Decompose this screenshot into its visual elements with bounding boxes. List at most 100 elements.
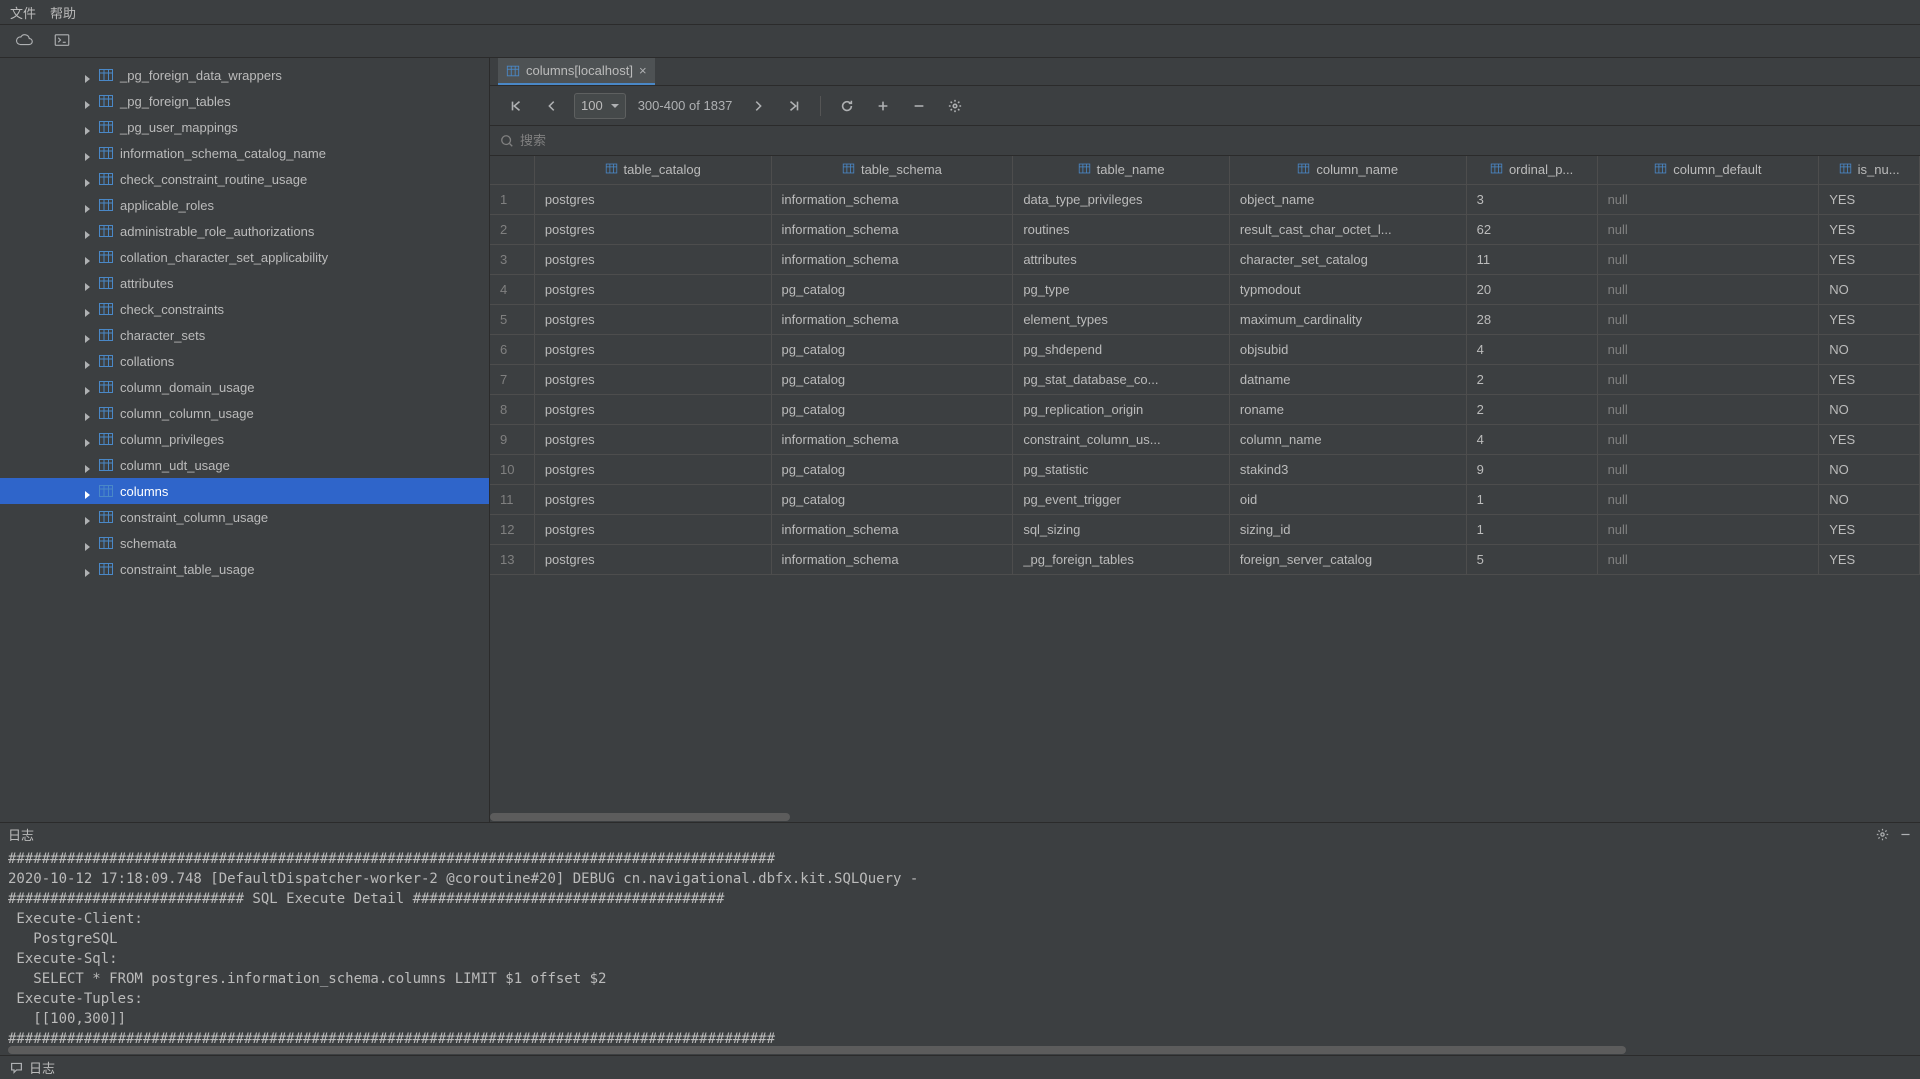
expand-arrow-icon[interactable]	[84, 71, 92, 79]
cell[interactable]: 5	[1466, 544, 1597, 574]
cell[interactable]: information_schema	[771, 544, 1013, 574]
column-header-table_schema[interactable]: table_schema	[771, 156, 1013, 184]
cell[interactable]: sizing_id	[1229, 514, 1466, 544]
cell[interactable]: 20	[1466, 274, 1597, 304]
table-row[interactable]: 6postgrespg_catalogpg_shdependobjsubid4n…	[490, 334, 1920, 364]
cell[interactable]: object_name	[1229, 184, 1466, 214]
cell[interactable]: 3	[1466, 184, 1597, 214]
cell[interactable]: null	[1597, 184, 1819, 214]
cell[interactable]: null	[1597, 274, 1819, 304]
cell[interactable]: information_schema	[771, 244, 1013, 274]
cell[interactable]: datname	[1229, 364, 1466, 394]
tree-item-column_column_usage[interactable]: column_column_usage	[0, 400, 489, 426]
tree-item-column_udt_usage[interactable]: column_udt_usage	[0, 452, 489, 478]
next-page-button[interactable]	[744, 92, 772, 120]
cell[interactable]: column_name	[1229, 424, 1466, 454]
tree-item-constraint_column_usage[interactable]: constraint_column_usage	[0, 504, 489, 530]
expand-arrow-icon[interactable]	[84, 357, 92, 365]
cell[interactable]: YES	[1819, 304, 1920, 334]
cell[interactable]: typmodout	[1229, 274, 1466, 304]
log-horizontal-scrollbar[interactable]	[8, 1045, 1912, 1055]
tree-item-schemata[interactable]: schemata	[0, 530, 489, 556]
tree-item-attributes[interactable]: attributes	[0, 270, 489, 296]
cell[interactable]: information_schema	[771, 304, 1013, 334]
table-row[interactable]: 1postgresinformation_schemadata_type_pri…	[490, 184, 1920, 214]
menu-file[interactable]: 文件	[10, 3, 36, 22]
tree-item-_pg_foreign_tables[interactable]: _pg_foreign_tables	[0, 88, 489, 114]
tree-item-collations[interactable]: collations	[0, 348, 489, 374]
table-row[interactable]: 12postgresinformation_schemasql_sizingsi…	[490, 514, 1920, 544]
column-header-table_catalog[interactable]: table_catalog	[534, 156, 771, 184]
table-row[interactable]: 3postgresinformation_schemaattributescha…	[490, 244, 1920, 274]
cell[interactable]: YES	[1819, 364, 1920, 394]
cell[interactable]: postgres	[534, 484, 771, 514]
expand-arrow-icon[interactable]	[84, 331, 92, 339]
tree-item-constraint_table_usage[interactable]: constraint_table_usage	[0, 556, 489, 582]
table-row[interactable]: 8postgrespg_catalogpg_replication_origin…	[490, 394, 1920, 424]
terminal-icon[interactable]	[53, 31, 71, 52]
expand-arrow-icon[interactable]	[84, 565, 92, 573]
table-row[interactable]: 9postgresinformation_schemaconstraint_co…	[490, 424, 1920, 454]
table-row[interactable]: 13postgresinformation_schema_pg_foreign_…	[490, 544, 1920, 574]
cell[interactable]: postgres	[534, 544, 771, 574]
table-row[interactable]: 5postgresinformation_schemaelement_types…	[490, 304, 1920, 334]
cell[interactable]: roname	[1229, 394, 1466, 424]
cell[interactable]: pg_catalog	[771, 364, 1013, 394]
cell[interactable]: postgres	[534, 304, 771, 334]
tree-item-collation_character_set_applicability[interactable]: collation_character_set_applicability	[0, 244, 489, 270]
cell[interactable]: NO	[1819, 454, 1920, 484]
cell[interactable]: information_schema	[771, 514, 1013, 544]
cell[interactable]: postgres	[534, 274, 771, 304]
expand-arrow-icon[interactable]	[84, 513, 92, 521]
table-row[interactable]: 2postgresinformation_schemaroutinesresul…	[490, 214, 1920, 244]
search-input[interactable]	[520, 133, 1910, 148]
cell[interactable]: null	[1597, 544, 1819, 574]
minimize-icon[interactable]	[1899, 828, 1912, 841]
cell[interactable]: information_schema	[771, 184, 1013, 214]
cell[interactable]: 9	[1466, 454, 1597, 484]
tab-columns[interactable]: columns[localhost] ×	[498, 58, 655, 85]
cell[interactable]: pg_catalog	[771, 484, 1013, 514]
cell[interactable]: YES	[1819, 244, 1920, 274]
cell[interactable]: 11	[1466, 244, 1597, 274]
cell[interactable]: null	[1597, 244, 1819, 274]
cell[interactable]: YES	[1819, 544, 1920, 574]
cell[interactable]: postgres	[534, 244, 771, 274]
cell[interactable]: postgres	[534, 334, 771, 364]
page-size-select[interactable]: 100	[574, 93, 626, 119]
expand-arrow-icon[interactable]	[84, 253, 92, 261]
column-header-ordinal_p[interactable]: ordinal_p...	[1466, 156, 1597, 184]
cell[interactable]: information_schema	[771, 424, 1013, 454]
cell[interactable]: YES	[1819, 184, 1920, 214]
cell[interactable]: information_schema	[771, 214, 1013, 244]
cell[interactable]: pg_replication_origin	[1013, 394, 1230, 424]
cell[interactable]: null	[1597, 514, 1819, 544]
cell[interactable]: pg_statistic	[1013, 454, 1230, 484]
cell[interactable]: stakind3	[1229, 454, 1466, 484]
column-header-table_name[interactable]: table_name	[1013, 156, 1230, 184]
tree-item-column_domain_usage[interactable]: column_domain_usage	[0, 374, 489, 400]
data-grid[interactable]: table_catalogtable_schematable_namecolum…	[490, 156, 1920, 812]
cell[interactable]: pg_type	[1013, 274, 1230, 304]
cell[interactable]: NO	[1819, 484, 1920, 514]
cell[interactable]: 2	[1466, 394, 1597, 424]
expand-arrow-icon[interactable]	[84, 175, 92, 183]
column-header-is_nu[interactable]: is_nu...	[1819, 156, 1920, 184]
cell[interactable]: routines	[1013, 214, 1230, 244]
cell[interactable]: data_type_privileges	[1013, 184, 1230, 214]
log-output[interactable]: ########################################…	[0, 845, 1920, 1045]
cell[interactable]: oid	[1229, 484, 1466, 514]
tree-item-information_schema_catalog_name[interactable]: information_schema_catalog_name	[0, 140, 489, 166]
cell[interactable]: 1	[1466, 484, 1597, 514]
cell[interactable]: 4	[1466, 334, 1597, 364]
cell[interactable]: pg_catalog	[771, 334, 1013, 364]
expand-arrow-icon[interactable]	[84, 383, 92, 391]
expand-arrow-icon[interactable]	[84, 123, 92, 131]
horizontal-scrollbar[interactable]	[490, 812, 1920, 822]
close-icon[interactable]: ×	[639, 63, 647, 78]
tree-item-administrable_role_authorizations[interactable]: administrable_role_authorizations	[0, 218, 489, 244]
expand-arrow-icon[interactable]	[84, 305, 92, 313]
cell[interactable]: pg_shdepend	[1013, 334, 1230, 364]
cell[interactable]: result_cast_char_octet_l...	[1229, 214, 1466, 244]
table-row[interactable]: 10postgrespg_catalogpg_statisticstakind3…	[490, 454, 1920, 484]
